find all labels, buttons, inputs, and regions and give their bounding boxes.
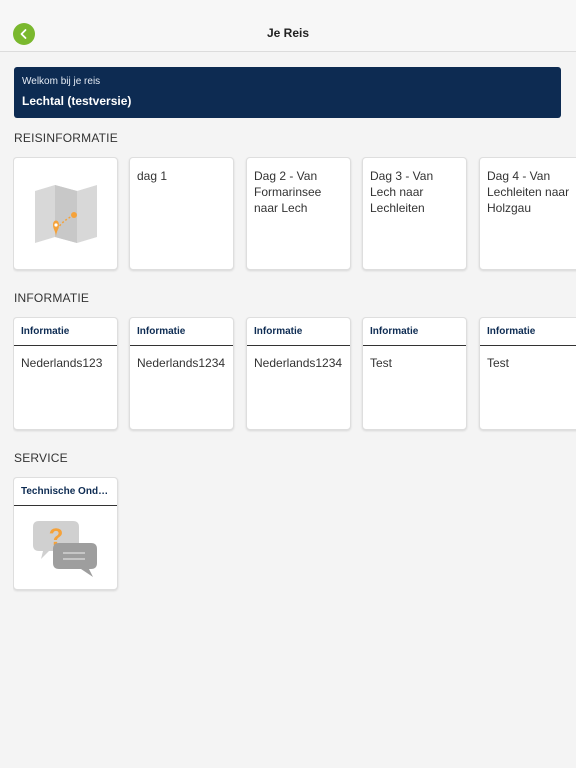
service-row: Technische Onder... ?	[13, 477, 576, 593]
section-title-reisinformatie: REISINFORMATIE	[14, 131, 118, 145]
info-card[interactable]: Informatie Nederlands1234	[246, 317, 351, 430]
info-card[interactable]: Informatie Test	[362, 317, 467, 430]
info-card-heading: Informatie	[14, 318, 117, 346]
welcome-subtitle: Welkom bij je reis	[22, 76, 101, 87]
info-card[interactable]: Informatie Nederlands123	[13, 317, 118, 430]
map-card[interactable]	[13, 157, 118, 270]
day-card[interactable]: Dag 3 - Van Lech naar Lechleiten	[362, 157, 467, 270]
day-card-label: Dag 2 - Van Formarinsee naar Lech	[254, 169, 322, 215]
reisinformatie-row: dag 1 Dag 2 - Van Formarinsee naar Lech …	[13, 157, 576, 273]
day-card[interactable]: Dag 4 - Van Lechleiten naar Holzgau	[479, 157, 576, 270]
service-card-heading: Technische Onder...	[14, 478, 117, 506]
info-card-text: Nederlands1234	[254, 356, 343, 370]
info-card-heading: Informatie	[363, 318, 466, 346]
info-card-text: Nederlands1234	[137, 356, 226, 370]
info-card-text: Test	[370, 356, 393, 370]
info-card[interactable]: Informatie Test	[479, 317, 576, 430]
day-card[interactable]: dag 1	[129, 157, 234, 270]
day-card-label: dag 1	[137, 169, 168, 183]
info-card-heading: Informatie	[247, 318, 350, 346]
section-title-service: SERVICE	[14, 451, 68, 465]
section-title-informatie: INFORMATIE	[14, 291, 90, 305]
welcome-title: Lechtal (testversie)	[22, 94, 132, 108]
info-card-text: Test	[487, 356, 510, 370]
info-card-text: Nederlands123	[21, 356, 103, 370]
info-card-heading: Informatie	[130, 318, 233, 346]
map-pin-icon	[34, 184, 97, 243]
day-card-label: Dag 4 - Van Lechleiten naar Holzgau	[487, 169, 570, 215]
day-card-label: Dag 3 - Van Lech naar Lechleiten	[370, 169, 434, 215]
welcome-banner: Welkom bij je reis Lechtal (testversie)	[14, 67, 561, 118]
day-card[interactable]: Dag 2 - Van Formarinsee naar Lech	[246, 157, 351, 270]
info-card[interactable]: Informatie Nederlands1234	[129, 317, 234, 430]
page-title: Je Reis	[266, 26, 310, 40]
informatie-row: Informatie Nederlands123 Informatie Nede…	[13, 317, 576, 433]
info-card-heading: Informatie	[480, 318, 576, 346]
top-bar: Je Reis	[0, 0, 576, 52]
service-card[interactable]: Technische Onder... ?	[13, 477, 118, 590]
question-chat-icon: ?	[32, 521, 97, 577]
